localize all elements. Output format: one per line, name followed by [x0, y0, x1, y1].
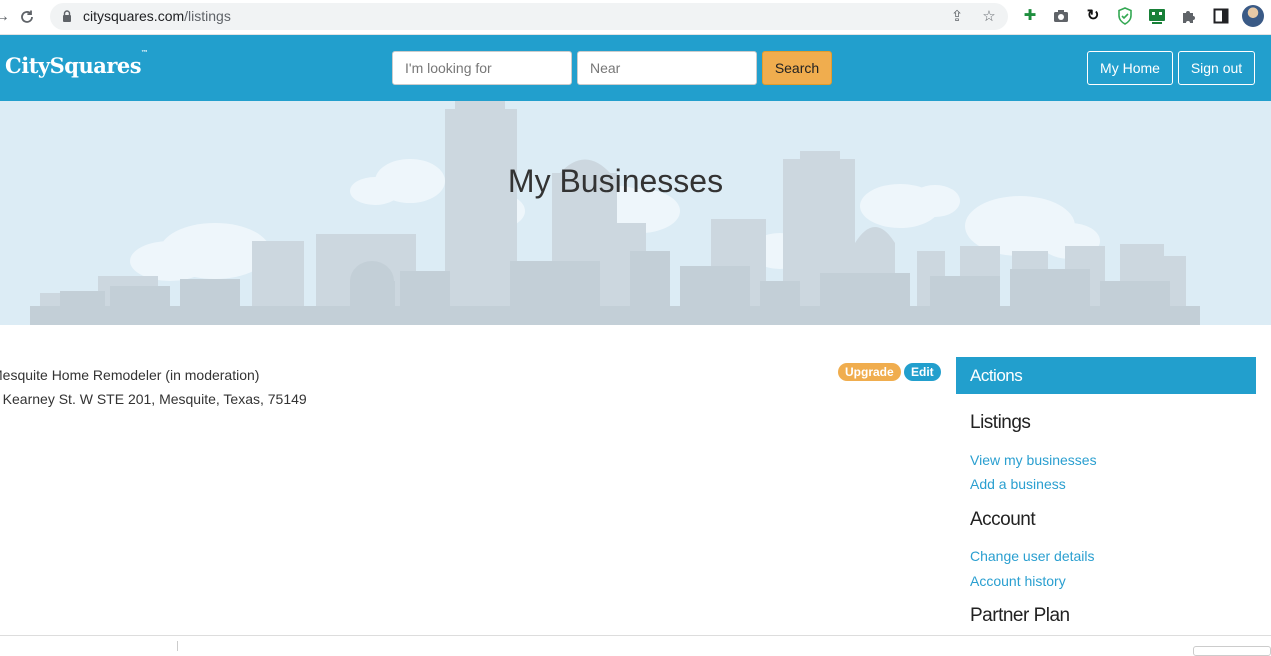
city-skyline-illustration — [30, 101, 1200, 325]
page-title: My Businesses — [507, 163, 724, 199]
reload-icon[interactable] — [17, 7, 37, 27]
lock-icon — [63, 10, 71, 22]
shield-check-icon[interactable] — [1115, 6, 1135, 26]
footer-widget[interactable] — [1193, 646, 1271, 656]
partner-plan-heading: Partner Plan — [970, 605, 1070, 626]
extension-plus-icon[interactable]: ✚ — [1020, 6, 1040, 26]
account-history-link[interactable]: Account history — [970, 573, 1066, 589]
change-user-details-link[interactable]: Change user details — [970, 548, 1095, 564]
footer-divider — [0, 635, 1271, 636]
account-heading: Account — [970, 509, 1036, 530]
hero-banner: My Businesses — [0, 101, 1271, 325]
view-my-businesses-link[interactable]: View my businesses — [970, 452, 1097, 468]
listing-address: 1 Kearney St. W STE 201, Mesquite, Texas… — [0, 391, 307, 407]
listings-heading: Listings — [970, 412, 1031, 433]
site-header: CitySquares™ Search My Home Sign out — [0, 35, 1271, 101]
back-icon[interactable]: → — [0, 7, 12, 27]
sync-icon[interactable]: ↻ — [1083, 6, 1103, 26]
url-text: citysquares.com/listings — [83, 8, 231, 24]
side-panel-icon[interactable] — [1211, 6, 1231, 26]
actions-header: Actions — [956, 357, 1256, 394]
camera-icon[interactable] — [1051, 6, 1071, 26]
grammar-extension-icon[interactable] — [1147, 6, 1167, 26]
search-button[interactable]: Search — [762, 51, 832, 85]
citysquares-logo[interactable]: CitySquares™ — [5, 48, 148, 78]
extensions-puzzle-icon[interactable] — [1179, 6, 1199, 26]
profile-avatar[interactable] — [1242, 5, 1264, 27]
edit-button[interactable]: Edit — [904, 363, 941, 381]
browser-toolbar: → citysquares.com/listings ⇪ ☆ ✚ ↻ — [0, 0, 1271, 35]
listing-name[interactable]: Mesquite Home Remodeler (in moderation) — [0, 367, 259, 383]
add-business-link[interactable]: Add a business — [970, 476, 1066, 492]
bookmark-star-icon[interactable]: ☆ — [980, 8, 998, 26]
upgrade-button[interactable]: Upgrade — [838, 363, 901, 381]
footer-separator — [177, 641, 178, 651]
search-near-input[interactable] — [577, 51, 757, 85]
search-what-input[interactable] — [392, 51, 572, 85]
sign-out-button[interactable]: Sign out — [1178, 51, 1255, 85]
address-bar[interactable]: citysquares.com/listings ⇪ ☆ — [50, 3, 1008, 30]
my-home-button[interactable]: My Home — [1087, 51, 1173, 85]
share-icon[interactable]: ⇪ — [948, 8, 966, 26]
